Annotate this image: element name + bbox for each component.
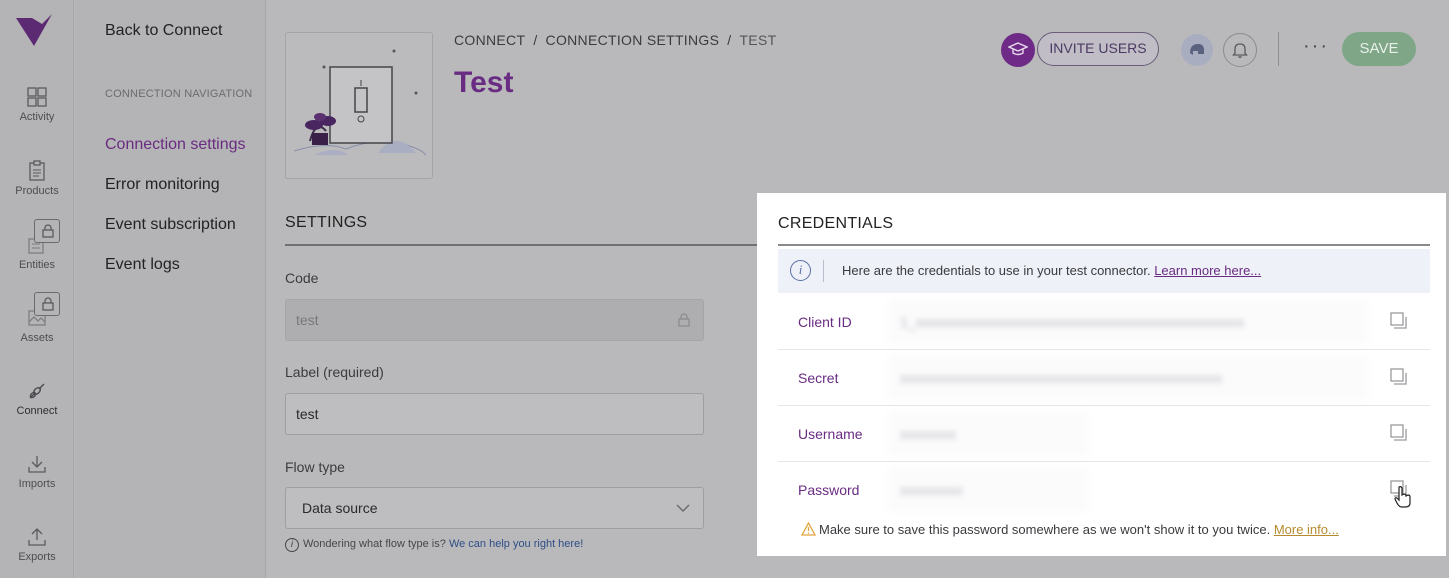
label-value: test [296, 406, 319, 422]
warning-text: Make sure to save this password somewher… [819, 522, 1271, 537]
chevron-down-icon [676, 504, 690, 512]
rail-item-connect[interactable]: Connect [0, 380, 74, 417]
label-field-label: Label (required) [285, 364, 384, 380]
breadcrumb-current: TEST [739, 32, 777, 48]
credentials-title: CREDENTIALS [778, 215, 894, 232]
link-icon [29, 383, 45, 399]
subnav-item-event-subscription[interactable]: Event subscription [105, 216, 236, 234]
breadcrumb-connect[interactable]: CONNECT [454, 32, 525, 48]
credentials-panel: CREDENTIALS i Here are the credentials t… [757, 193, 1446, 556]
academy-button[interactable] [1001, 33, 1035, 67]
credential-row-secret: Secret xxxxxxxxxxxxxxxxxxxxxxxxxxxxxxxxx… [778, 350, 1430, 406]
rail-item-products[interactable]: Products [0, 160, 74, 197]
page-title: Test [454, 66, 514, 99]
lock-icon [42, 297, 54, 311]
credential-value: xxxxxxxx [888, 412, 1088, 456]
settings-section-title: SETTINGS [285, 214, 368, 231]
hand-cursor-icon [1394, 486, 1411, 508]
lock-badge [34, 292, 60, 316]
more-info-link[interactable]: More info... [1274, 522, 1339, 537]
subnav-item-event-logs[interactable]: Event logs [105, 256, 180, 274]
credential-label: Password [798, 482, 860, 498]
credentials-divider [778, 244, 1430, 246]
flow-type-label: Flow type [285, 459, 345, 475]
settings-divider [285, 244, 775, 246]
top-actions: INVITE USERS ··· SAVE [1001, 31, 1431, 67]
rail-label: Assets [20, 332, 54, 344]
info-text: Here are the credentials to use in your … [842, 263, 1151, 278]
switch-illustration-icon [293, 49, 427, 156]
learn-more-link[interactable]: Learn more here... [1154, 263, 1261, 278]
icon-rail: Activity Products Entities Assets Connec… [0, 0, 74, 578]
credential-label: Client ID [798, 314, 852, 330]
rail-label: Activity [19, 111, 55, 123]
warning-icon [801, 522, 816, 536]
toolbar-divider [1278, 32, 1279, 66]
rail-label: Products [15, 185, 59, 197]
code-label: Code [285, 270, 319, 286]
upload-icon [28, 528, 46, 546]
subnav-item-error-monitoring[interactable]: Error monitoring [105, 176, 220, 194]
credential-label: Username [798, 426, 863, 442]
notifications-button[interactable] [1223, 33, 1257, 67]
info-icon: i [285, 538, 299, 552]
hint-link[interactable]: We can help you right here! [449, 538, 583, 550]
credential-row-password: Password xxxxxxxxx [778, 462, 1430, 518]
rail-label: Exports [18, 551, 56, 563]
rail-item-imports[interactable]: Imports [0, 453, 74, 490]
invite-users-button[interactable]: INVITE USERS [1037, 32, 1159, 66]
flow-type-hint: i Wondering what flow type is? We can hel… [285, 538, 583, 552]
flow-type-value: Data source [302, 500, 378, 516]
subnav-heading: CONNECTION NAVIGATION [105, 88, 253, 100]
bell-icon [1232, 43, 1248, 58]
copy-icon[interactable] [1388, 423, 1408, 443]
breadcrumb: CONNECT / CONNECTION SETTINGS / TEST [454, 32, 777, 48]
more-options-button[interactable]: ··· [1303, 35, 1329, 58]
credential-value: xxxxxxxxxxxxxxxxxxxxxxxxxxxxxxxxxxxxxxxx… [888, 356, 1368, 400]
back-to-connect-link[interactable]: Back to Connect [105, 22, 222, 40]
subnav-item-connection-settings[interactable]: Connection settings [105, 136, 246, 154]
logo-icon[interactable] [14, 12, 54, 48]
info-icon: i [790, 260, 811, 281]
help-button[interactable] [1181, 34, 1213, 66]
helmet-icon [1190, 44, 1204, 55]
rail-item-activity[interactable]: Activity [0, 86, 74, 123]
code-field: test [285, 299, 704, 341]
credential-row-client-id: Client ID 1_xxxxxxxxxxxxxxxxxxxxxxxxxxxx… [778, 294, 1430, 350]
lock-icon [42, 224, 54, 238]
copy-icon[interactable] [1388, 311, 1408, 331]
rail-item-exports[interactable]: Exports [0, 526, 74, 563]
rail-label: Imports [18, 478, 56, 490]
connection-subnav: Back to Connect CONNECTION NAVIGATION Co… [75, 0, 266, 578]
credential-value: xxxxxxxxx [888, 468, 1088, 512]
credential-row-username: Username xxxxxxxx [778, 406, 1430, 462]
grid-icon [27, 87, 47, 107]
lock-badge [34, 219, 60, 243]
code-value: test [296, 312, 319, 328]
copy-icon[interactable] [1388, 367, 1408, 387]
app: Activity Products Entities Assets Connec… [0, 0, 1449, 578]
credential-label: Secret [798, 370, 839, 386]
graduation-cap-icon [1008, 42, 1028, 56]
banner-separator [823, 260, 824, 282]
credentials-info-banner: i Here are the credentials to use in you… [778, 249, 1430, 293]
save-button[interactable]: SAVE [1342, 32, 1416, 66]
lock-icon [678, 313, 690, 327]
flow-type-select[interactable]: Data source [285, 487, 704, 529]
label-input[interactable]: test [285, 393, 704, 435]
download-icon [28, 456, 46, 473]
breadcrumb-connection-settings[interactable]: CONNECTION SETTINGS [546, 32, 720, 48]
hint-text: Wondering what flow type is? [303, 538, 446, 550]
password-warning: Make sure to save this password somewher… [819, 522, 1339, 537]
connector-illustration [285, 32, 433, 179]
clipboard-icon [29, 160, 45, 181]
rail-label: Connect [16, 405, 58, 417]
rail-label: Entities [18, 259, 56, 271]
credential-value: 1_xxxxxxxxxxxxxxxxxxxxxxxxxxxxxxxxxxxxxx… [888, 300, 1368, 344]
